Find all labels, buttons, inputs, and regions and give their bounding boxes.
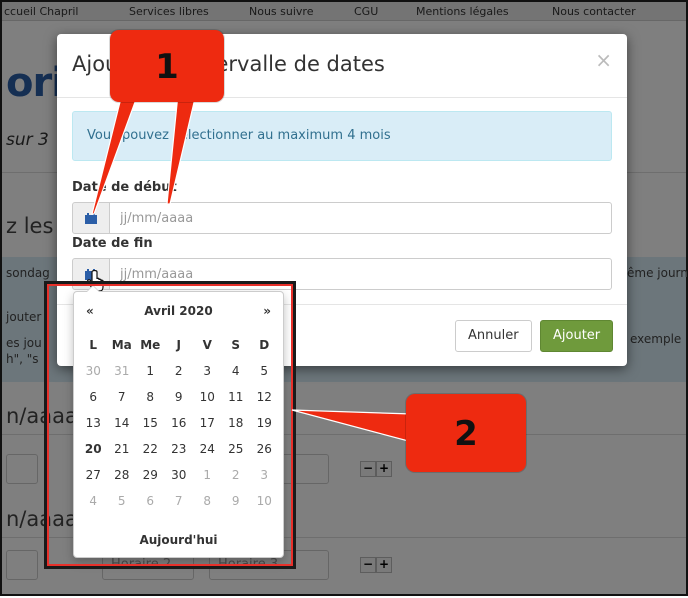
start-date-label: Date de début — [72, 180, 177, 195]
annotation-highlight-inner — [47, 284, 293, 566]
calendar-icon — [85, 212, 97, 224]
info-alert: Vous pouvez sélectionner au maximum 4 mo… — [72, 111, 612, 161]
annotation-callout-2: 2 — [406, 394, 526, 472]
start-date-group — [72, 202, 612, 234]
start-date-input[interactable] — [109, 202, 612, 234]
add-button[interactable]: Ajouter — [540, 320, 614, 352]
start-date-calendar-button[interactable] — [72, 202, 110, 234]
end-date-label: Date de fin — [72, 236, 153, 251]
annotation-callout-1: 1 — [110, 30, 224, 102]
cancel-button[interactable]: Annuler — [455, 320, 532, 352]
close-icon[interactable]: × — [595, 48, 612, 72]
